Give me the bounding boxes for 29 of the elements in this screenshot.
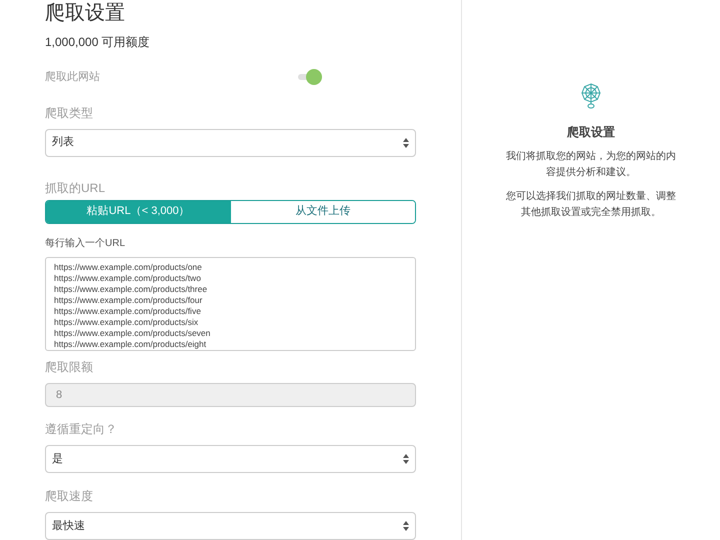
- toggle-label: 爬取此网站: [45, 70, 100, 85]
- hint-text: 每行输入一个URL: [45, 236, 126, 251]
- panel-title: 爬取设置: [567, 124, 615, 141]
- field-label: 爬取限额: [45, 358, 94, 376]
- field-label: 遵循重定向？: [45, 421, 118, 438]
- field-label: 爬取速度: [45, 488, 94, 505]
- select-field[interactable]: 是: [45, 445, 416, 473]
- select-field[interactable]: 列表: [45, 128, 416, 156]
- select-arrows-icon: [403, 454, 409, 464]
- url-line: https://www.example.com/products/five: [54, 306, 202, 317]
- toggle-switch[interactable]: [298, 69, 322, 86]
- select-arrows-icon: [403, 521, 409, 531]
- url-line: https://www.example.com/products/eight: [54, 338, 208, 350]
- url-line: https://www.example.com/products/two: [54, 272, 202, 284]
- spider-web-icon: [581, 83, 601, 109]
- select-arrows-icon: [403, 138, 409, 148]
- url-line: https://www.example.com/products/seven: [54, 328, 212, 339]
- field-label: 爬取类型: [45, 104, 94, 122]
- page-title: 爬取设置: [45, 1, 126, 26]
- url-line: https://www.example.com/products/four: [54, 294, 204, 306]
- credits-text: 1,000,000 可用额度: [45, 34, 151, 51]
- field-label: 抓取的URL: [45, 180, 106, 196]
- url-line: https://www.example.com/products/one: [54, 262, 203, 273]
- url-line: https://www.example.com/products/three: [54, 284, 208, 295]
- select-field[interactable]: 最快速: [45, 512, 416, 540]
- panel-paragraph: 您可以选择我们抓取的网址数量、调整其他抓取设置或完全禁用抓取。: [505, 190, 677, 220]
- url-field[interactable]: [45, 256, 416, 351]
- panel-paragraph: 我们将抓取您的网站，为您的网站的内容提供分析和建议。: [505, 150, 677, 180]
- url-line: https://www.example.com/products/six: [54, 316, 200, 328]
